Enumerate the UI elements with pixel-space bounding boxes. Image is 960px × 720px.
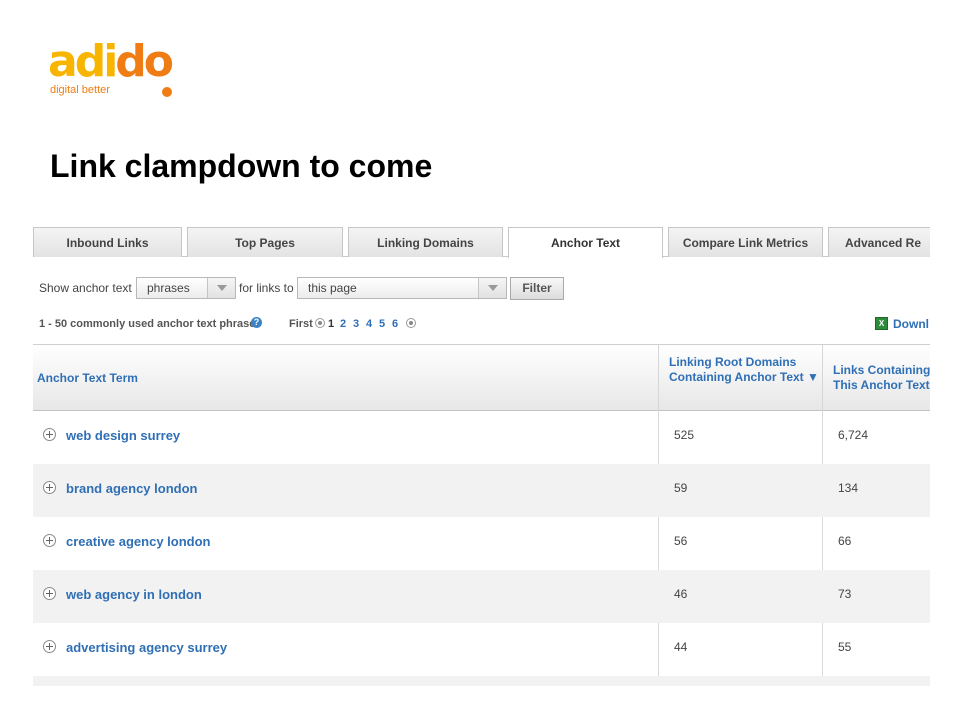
help-icon[interactable]: ? <box>251 317 262 328</box>
anchor-term-link[interactable]: creative agency london <box>66 534 211 549</box>
links-value: 6,724 <box>838 428 869 442</box>
results-info-row: 1 - 50 commonly used anchor text phrases… <box>33 316 930 334</box>
links-value: 134 <box>838 481 859 495</box>
tab-compare-link-metrics[interactable]: Compare Link Metrics <box>668 227 823 257</box>
links-value: 55 <box>838 640 852 654</box>
logo-dot <box>162 87 172 97</box>
download-label: Downl <box>893 317 929 331</box>
logo-wordmark: adido <box>48 36 174 87</box>
chevron-down-icon <box>478 278 506 298</box>
link-target-select[interactable]: this page <box>297 277 507 299</box>
download-csv-link[interactable]: X Downl <box>875 316 930 332</box>
chevron-down-icon <box>207 278 235 298</box>
column-linking-root-domains[interactable]: Linking Root Domains Containing Anchor T… <box>669 355 819 385</box>
slide-title: Link clampdown to come <box>50 148 433 184</box>
pager-page-5[interactable]: 5 <box>379 318 385 330</box>
anchor-type-select[interactable]: phrases <box>136 277 236 299</box>
spreadsheet-icon: X <box>875 317 888 330</box>
for-links-label: for links to <box>239 281 294 295</box>
tab-linking-domains[interactable]: Linking Domains <box>348 227 503 257</box>
expand-row-icon[interactable] <box>43 640 56 653</box>
root-domains-value: 525 <box>674 428 695 442</box>
pager-page-2[interactable]: 2 <box>340 318 346 330</box>
table-row: creative agency london 56 66 <box>33 517 930 570</box>
tab-advanced-reports[interactable]: Advanced Re <box>828 227 930 257</box>
logo-tagline: digital better <box>50 84 110 96</box>
expand-row-icon[interactable] <box>43 481 56 494</box>
adido-logo: adido digital better <box>48 36 188 102</box>
table-row: advertising agency surrey 44 55 <box>33 623 930 676</box>
anchor-type-value: phrases <box>147 281 190 295</box>
root-domains-value: 46 <box>674 587 688 601</box>
prev-page-icon[interactable] <box>315 318 325 328</box>
anchor-term-link[interactable]: advertising agency surrey <box>66 640 227 655</box>
link-target-value: this page <box>308 281 357 295</box>
expand-row-icon[interactable] <box>43 428 56 441</box>
filter-row: Show anchor text phrases for links to th… <box>33 275 930 300</box>
links-value: 73 <box>838 587 852 601</box>
table-row: brand agency london 59 134 <box>33 464 930 517</box>
anchor-term-link[interactable]: web design surrey <box>66 428 180 443</box>
next-page-icon[interactable] <box>406 318 416 328</box>
root-domains-value: 44 <box>674 640 688 654</box>
anchor-term-link[interactable]: web agency in london <box>66 587 202 602</box>
result-count: 1 - 50 commonly used anchor text phrases <box>39 318 262 330</box>
pager-current: 1 <box>328 318 335 330</box>
root-domains-value: 59 <box>674 481 688 495</box>
tab-top-pages[interactable]: Top Pages <box>187 227 343 257</box>
table-header: Anchor Text Term Linking Root Domains Co… <box>33 344 930 412</box>
expand-row-icon[interactable] <box>43 534 56 547</box>
pager-page-6[interactable]: 6 <box>392 318 398 330</box>
column-links-containing[interactable]: Links Containing This Anchor Text <box>833 363 930 393</box>
tab-anchor-text[interactable]: Anchor Text <box>508 227 663 258</box>
root-domains-value: 56 <box>674 534 688 548</box>
tab-inbound-links[interactable]: Inbound Links <box>33 227 182 257</box>
anchor-term-link[interactable]: brand agency london <box>66 481 197 496</box>
pager-first[interactable]: First <box>289 318 313 330</box>
tab-bar: Inbound Links Top Pages Linking Domains … <box>33 224 930 258</box>
pager-page-4[interactable]: 4 <box>366 318 372 330</box>
show-anchor-text-label: Show anchor text <box>39 281 132 295</box>
links-value: 66 <box>838 534 852 548</box>
pager-page-3[interactable]: 3 <box>353 318 359 330</box>
column-anchor-text-term[interactable]: Anchor Text Term <box>37 371 138 386</box>
anchor-text-screenshot: Inbound Links Top Pages Linking Domains … <box>33 224 930 686</box>
table-row: web design surrey 525 6,724 <box>33 411 930 464</box>
expand-row-icon[interactable] <box>43 587 56 600</box>
table-row <box>33 676 930 686</box>
table-row: web agency in london 46 73 <box>33 570 930 623</box>
filter-button[interactable]: Filter <box>510 277 564 300</box>
